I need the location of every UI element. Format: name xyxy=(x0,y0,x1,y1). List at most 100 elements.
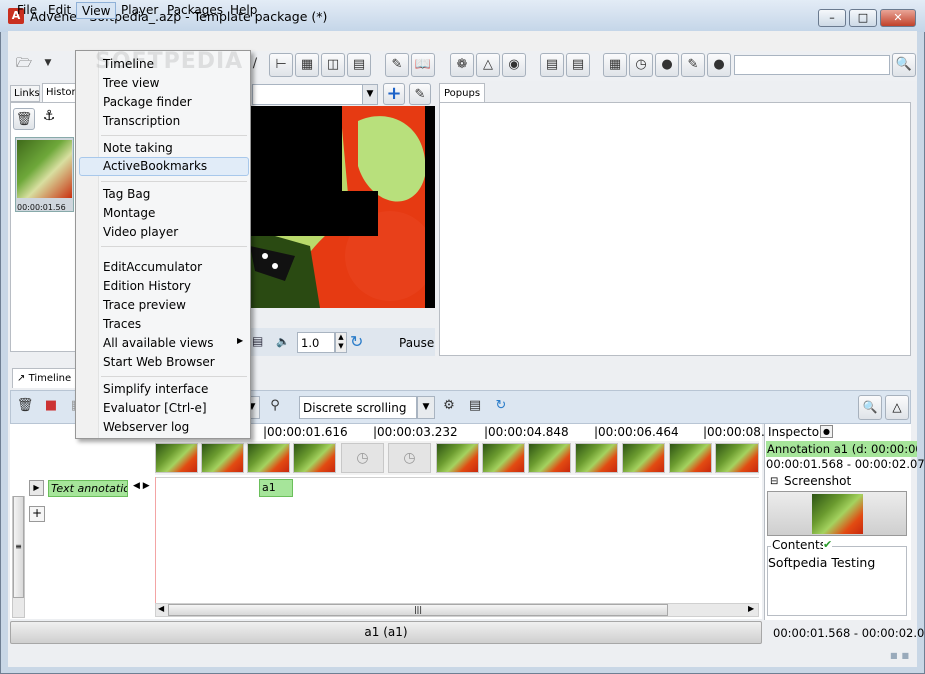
add-icon[interactable]: + xyxy=(383,83,405,105)
tab-links[interactable]: Links xyxy=(10,85,40,102)
view-menu-item[interactable]: Evaluator [Ctrl-e] xyxy=(79,399,249,418)
trash-icon[interactable]: 🗑 xyxy=(13,108,35,130)
book-icon[interactable]: 📖 xyxy=(411,53,435,77)
transcribe-icon[interactable]: ✎ xyxy=(681,53,705,77)
zoom-fit-icon[interactable]: ⚲ xyxy=(264,396,286,418)
view-menu-item[interactable]: Tag Bag xyxy=(79,185,249,204)
notes-icon[interactable]: ✎ xyxy=(385,53,409,77)
nodes-icon[interactable]: ❁ xyxy=(450,53,474,77)
timeline-view-icon[interactable]: ⊢ xyxy=(269,53,293,77)
open-dropdown-icon[interactable]: ▼ xyxy=(36,53,60,77)
menu-edit[interactable]: Edit xyxy=(43,2,76,19)
annotation-type-label[interactable]: Text annotation xyxy=(48,480,128,497)
view-menu-item[interactable]: Simplify interface xyxy=(79,380,249,399)
table-view-icon[interactable]: ▦ xyxy=(295,53,319,77)
sync-icon[interactable]: ↻ xyxy=(350,332,363,351)
scroll-left-icon[interactable]: ◀ xyxy=(158,604,164,613)
video-source-select[interactable] xyxy=(252,84,378,105)
maximize-button[interactable]: □ xyxy=(849,9,877,27)
frame-thumbnail[interactable] xyxy=(155,443,198,473)
split-view-icon[interactable]: ◫ xyxy=(321,53,345,77)
menu-file[interactable]: File xyxy=(12,2,42,19)
annotation-block[interactable]: a1 xyxy=(259,479,293,497)
scroll-right-icon[interactable]: ▶ xyxy=(748,604,754,613)
footprints-icon[interactable]: ◉ xyxy=(502,53,526,77)
video-screen[interactable] xyxy=(240,106,435,308)
expand-type-icon[interactable]: ▶ xyxy=(29,480,44,496)
tools-icon[interactable]: ⚙ xyxy=(438,396,460,418)
view-menu-item[interactable]: Package finder xyxy=(79,93,249,112)
refresh-icon[interactable]: ↻ xyxy=(490,396,512,418)
frame-thumbnail[interactable] xyxy=(293,443,336,473)
view-menu-item[interactable]: Start Web Browser xyxy=(79,353,249,372)
view-menu-item[interactable]: Edition History xyxy=(79,277,249,296)
menu-help[interactable]: Help xyxy=(225,2,262,19)
scrolling-mode-select[interactable]: Discrete scrolling xyxy=(299,396,417,419)
contents-text[interactable]: Softpedia Testing xyxy=(768,555,875,570)
frame-thumbnail[interactable] xyxy=(201,443,244,473)
frame-thumbnail[interactable] xyxy=(436,443,479,473)
search-icon[interactable]: 🔍 xyxy=(892,53,916,77)
toolbar-search-input[interactable] xyxy=(734,55,890,75)
edit-pencil-icon[interactable]: ✎ xyxy=(409,83,431,105)
resize-grip-icon[interactable]: ■■ xyxy=(890,651,913,660)
menu-player[interactable]: Player xyxy=(116,2,163,19)
view-menu-item-submenu[interactable]: All available views xyxy=(79,334,249,353)
frame-thumbnail[interactable] xyxy=(528,443,571,473)
chevron-down-icon[interactable]: ▼ xyxy=(417,396,435,419)
scrollbar-handle[interactable]: ||| xyxy=(168,604,668,616)
record-icon[interactable]: ● xyxy=(707,53,731,77)
collapse-icon[interactable]: ⊟ xyxy=(770,476,778,487)
type-nav-arrows-icon[interactable]: ◀ ▶ xyxy=(133,481,150,491)
view-menu-item[interactable]: Transcription xyxy=(79,112,249,131)
calendar-icon[interactable]: ▦ xyxy=(603,53,627,77)
view-menu-item[interactable]: Webserver log xyxy=(79,418,249,437)
frame-thumbnail[interactable] xyxy=(575,443,618,473)
scrollbar-handle[interactable]: ≡ xyxy=(13,496,24,598)
lock-icon[interactable]: ● xyxy=(820,425,833,438)
chevron-down-icon[interactable]: ▼ xyxy=(362,84,378,105)
trace-footprint-icon[interactable]: ● xyxy=(655,53,679,77)
open-folder-icon[interactable]: 🗁 xyxy=(12,53,36,77)
browser-view-icon[interactable]: ▤ xyxy=(347,53,371,77)
view-menu-item-highlighted[interactable]: ActiveBookmarks xyxy=(79,157,249,176)
page-icon[interactable]: ▤ xyxy=(464,396,486,418)
frame-thumbnail[interactable] xyxy=(715,443,759,473)
playback-rate-input[interactable]: 1.0 xyxy=(297,332,335,353)
view-menu-item[interactable]: Video player xyxy=(79,223,249,242)
frame-thumbnail[interactable] xyxy=(482,443,525,473)
view-menu-item[interactable]: Tree view xyxy=(79,74,249,93)
view-menu-item[interactable]: Montage xyxy=(79,204,249,223)
view-menu-item[interactable]: Timeline xyxy=(79,55,249,74)
frame-thumbnail[interactable] xyxy=(622,443,665,473)
delete-annotations-icon[interactable]: ■ xyxy=(40,396,62,418)
status-annotation-bar[interactable]: a1 (a1) xyxy=(10,621,762,644)
fullscreen-icon[interactable]: ▤ xyxy=(252,334,263,348)
trash-icon[interactable]: 🗑 xyxy=(14,396,36,418)
view-menu-item[interactable]: EditAccumulator xyxy=(79,258,249,277)
split-icon[interactable]: △ xyxy=(885,395,909,420)
web-icon[interactable]: ▤ xyxy=(540,53,564,77)
menu-view[interactable]: View xyxy=(76,2,117,19)
view-menu-item[interactable]: Traces xyxy=(79,315,249,334)
loading-thumbnail-icon[interactable]: ◷ xyxy=(341,443,384,473)
detach-icon[interactable]: ↗ xyxy=(17,373,25,384)
clock-icon[interactable]: ◷ xyxy=(629,53,653,77)
minimize-button[interactable]: – xyxy=(818,9,846,27)
compare-icon[interactable]: △ xyxy=(476,53,500,77)
tab-popups[interactable]: Popups xyxy=(439,83,485,103)
frame-thumbnail[interactable] xyxy=(669,443,712,473)
search-icon[interactable]: 🔍 xyxy=(858,395,882,420)
close-window-button[interactable]: ✕ xyxy=(880,9,916,27)
view-menu-item[interactable]: Trace preview xyxy=(79,296,249,315)
anchor-icon[interactable]: ⚓ xyxy=(38,108,60,130)
tab-history[interactable]: History xyxy=(42,83,82,102)
menu-packages[interactable]: Packages xyxy=(162,2,228,19)
tab-timeline[interactable]: ↗ Timeline xyxy=(12,368,82,388)
rate-spinner[interactable]: ▲ ▼ xyxy=(335,332,347,353)
check-icon[interactable]: ✔ xyxy=(823,538,833,551)
document-icon[interactable]: ▤ xyxy=(566,53,590,77)
view-menu-item[interactable]: Note taking xyxy=(79,139,249,158)
screenshot-image[interactable] xyxy=(812,494,863,534)
add-type-button[interactable]: + xyxy=(29,506,45,522)
